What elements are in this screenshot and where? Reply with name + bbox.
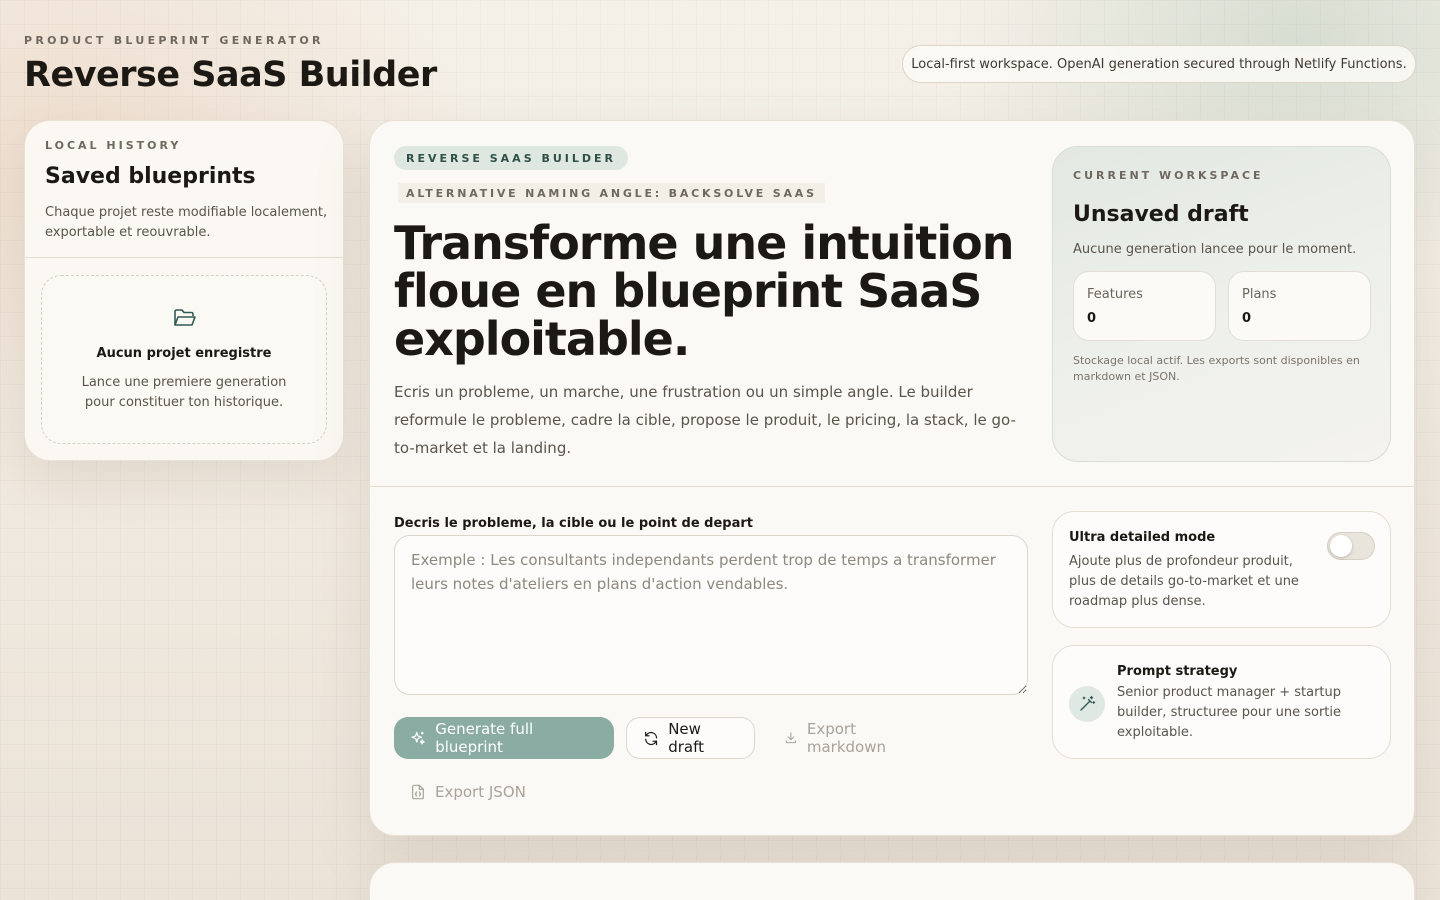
export-markdown-label: Export markdown [806,720,886,756]
workspace-kicker: CURRENT WORKSPACE [1073,169,1264,182]
sidebar-divider [25,257,343,258]
refresh-icon [645,731,658,745]
stat-label: Plans [1242,287,1277,302]
folder-open-icon [174,309,196,326]
toggle-knob [1330,535,1352,557]
stat-features: Features 0 [1073,271,1216,341]
builder-main-card: REVERSE SAAS BUILDER ALTERNATIVE NAMING … [369,120,1415,836]
stat-value: 0 [1087,311,1097,326]
sidebar-kicker: LOCAL HISTORY [45,139,182,152]
file-json-icon [412,784,424,800]
prompt-strategy-description: Senior product manager + startup builder… [1117,685,1342,740]
ultra-mode-toggle[interactable] [1327,532,1375,560]
empty-history-description: Lance une premiere generation pour const… [81,375,287,410]
current-workspace-panel: CURRENT WORKSPACE Unsaved draft Aucune g… [1052,146,1391,462]
ultra-mode-title: Ultra detailed mode [1069,530,1216,545]
hero-intro: Ecris un probleme, un marche, une frustr… [394,383,1016,457]
empty-history-state: Aucun projet enregistre Lance une premie… [41,275,327,444]
export-json-label: Export JSON [435,783,526,801]
export-markdown-button[interactable]: Export markdown [768,717,938,759]
workspace-title: Unsaved draft [1073,202,1249,227]
sidebar-description: Chaque projet reste modifiable localemen… [45,205,328,240]
results-panel-preview [369,862,1415,900]
magic-wand-icon [1080,695,1096,711]
stat-value: 0 [1242,311,1252,326]
workspace-info-pill: Local-first workspace. OpenAI generation… [902,45,1416,83]
export-json-button[interactable]: Export JSON [394,771,544,813]
alternative-naming-angle: ALTERNATIVE NAMING ANGLE: BACKSOLVE SAAS [398,183,825,203]
problem-input[interactable] [394,535,1028,695]
new-draft-label: New draft [668,720,704,756]
stat-plans: Plans 0 [1228,271,1371,341]
prompt-strategy-card: Prompt strategy Senior product manager +… [1052,645,1391,759]
app-eyebrow: PRODUCT BLUEPRINT GENERATOR [24,34,324,47]
workspace-subtitle: Aucune generation lancee pour le moment. [1073,242,1357,257]
generate-blueprint-button[interactable]: Generate full blueprint [394,717,614,759]
saved-blueprints-panel: LOCAL HISTORY Saved blueprints Chaque pr… [24,120,344,461]
app-title: Reverse SaaS Builder [24,55,437,95]
empty-history-title: Aucun projet enregistre [96,346,272,361]
problem-input-label: Decris le probleme, la cible ou le point… [394,516,753,531]
sparkles-icon [411,731,425,745]
section-divider [370,486,1414,487]
prompt-strategy-icon-wrap [1069,686,1105,722]
sidebar-title: Saved blueprints [45,164,256,189]
stat-label: Features [1087,287,1143,302]
generate-button-label: Generate full blueprint [435,720,534,756]
new-draft-button[interactable]: New draft [626,717,755,759]
ultra-detailed-mode-card: Ultra detailed mode Ajoute plus de profo… [1052,511,1391,628]
product-badge: REVERSE SAAS BUILDER [394,146,628,170]
download-icon [785,732,797,744]
ultra-mode-description: Ajoute plus de profondeur produit, plus … [1069,554,1299,609]
prompt-strategy-title: Prompt strategy [1117,664,1238,679]
workspace-storage-note: Stockage local actif. Les exports sont d… [1073,354,1360,383]
hero-headline: Transforme une intuition floue en bluepr… [394,216,1014,366]
